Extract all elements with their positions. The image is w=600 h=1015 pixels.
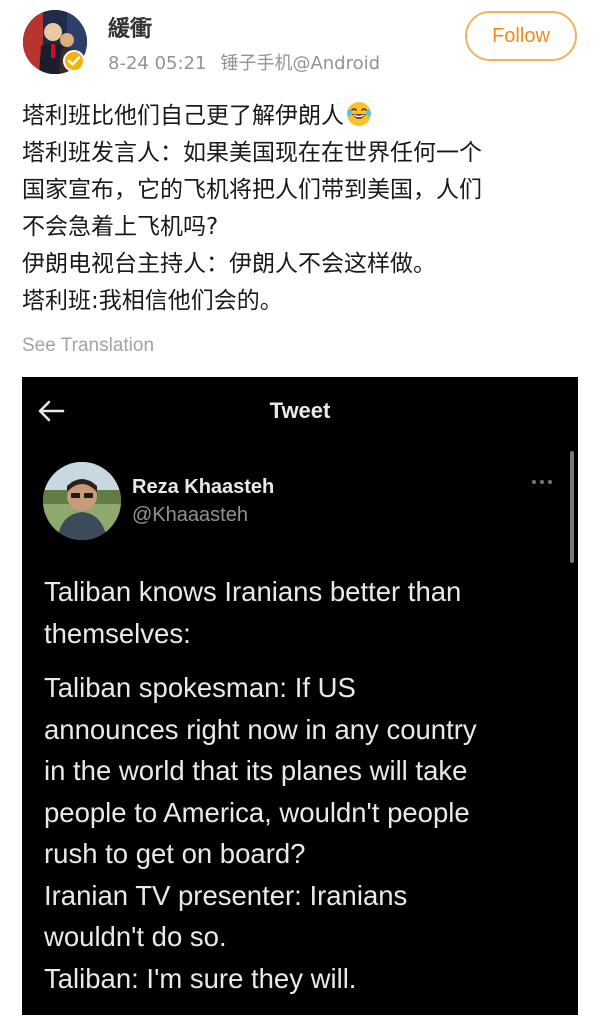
post-timestamp: 8-24 05:21 — [108, 53, 207, 74]
post-text-line: 不会急着上飞机吗? — [22, 214, 219, 240]
tweet-body-line: themselves: — [44, 617, 191, 649]
weibo-post-screen: 緩衝 8-24 05:21 锤子手机@Android Follow 塔利班比他们自… — [0, 0, 600, 1015]
more-options-icon — [532, 480, 552, 484]
post-text: 塔利班比他们自己更了解伊朗人 塔利班发言人：如果美国现在在世界任何一个 国家宣布… — [22, 98, 582, 320]
tweet-body-line: Taliban knows Iranians better than — [44, 576, 462, 607]
see-translation-link[interactable]: See Translation — [22, 333, 154, 359]
tweet-body-line: announces right now in any country — [44, 713, 477, 745]
post-meta: 8-24 05:21 锤子手机@Android — [108, 52, 380, 76]
tweet-author-avatar — [43, 462, 121, 540]
verified-badge-icon — [63, 50, 85, 72]
tweet-body-line: people to America, wouldn't people — [44, 796, 470, 828]
follow-button[interactable]: Follow — [465, 11, 577, 61]
tweet-body-line: Taliban spokesman: If US — [44, 672, 356, 703]
post-text-line: 伊朗电视台主持人：伊朗人不会这样做。 — [22, 251, 436, 277]
tweet-header-title: Tweet — [269, 398, 331, 423]
tweet-body-line: wouldn't do so. — [44, 921, 227, 952]
post-source: 锤子手机@Android — [220, 53, 381, 74]
post-text-line: 国家宣布，它的飞机将把人们带到美国，人们 — [22, 177, 482, 203]
tweet-author-name: Reza Khaasteh — [132, 476, 275, 498]
tweet-body-line: Iranian TV presenter: Iranians — [44, 879, 408, 911]
tweet-body: Taliban knows Iranians better than thems… — [44, 571, 564, 999]
tweet-author-handle: @Khaaasteh — [132, 504, 248, 526]
username[interactable]: 緩衝 — [108, 16, 152, 44]
post-text-line: 塔利班:我相信他们会的。 — [22, 288, 283, 314]
scrollbar — [570, 451, 574, 563]
post-text-line: 塔利班比他们自己更了解伊朗人 — [22, 98, 582, 135]
post-text-line: 塔利班发言人：如果美国现在在世界任何一个 — [22, 140, 482, 166]
post-text-line-content: 塔利班比他们自己更了解伊朗人 — [22, 103, 344, 129]
laughing-tears-emoji-icon — [347, 102, 371, 126]
tweet-body-line: rush to get on board? — [44, 838, 306, 869]
tweet-body-line: Taliban: I'm sure they will. — [44, 962, 357, 994]
tweet-body-line: in the world that its planes will take — [44, 755, 468, 786]
embedded-tweet-image[interactable]: Tweet Reza Khaasteh @Khaaasteh Taliban k… — [22, 377, 578, 1015]
